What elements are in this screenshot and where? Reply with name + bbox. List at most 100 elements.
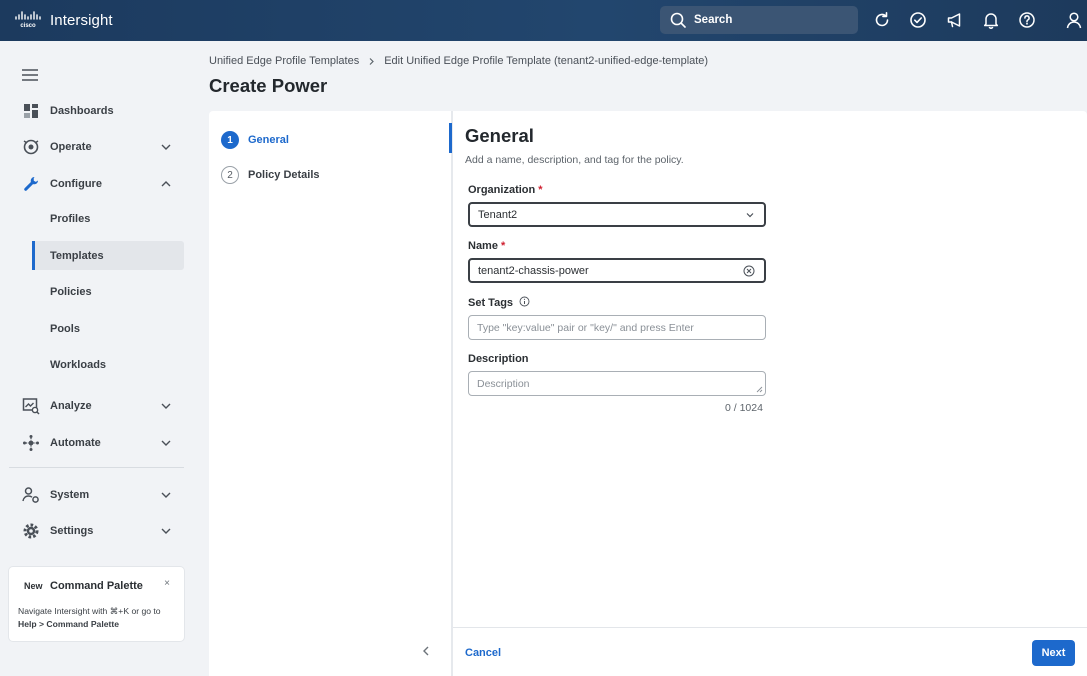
search-label: Search bbox=[694, 14, 733, 26]
sidebar-item-label: Automate bbox=[50, 437, 101, 449]
step-number: 2 bbox=[221, 166, 239, 184]
menu-toggle-button[interactable] bbox=[22, 68, 38, 86]
user-icon bbox=[1066, 12, 1082, 29]
breadcrumb: Unified Edge Profile Templates Edit Unif… bbox=[209, 55, 708, 67]
command-palette-title: Command Palette bbox=[50, 580, 143, 592]
sidebar-item-automate[interactable]: Automate bbox=[22, 432, 178, 454]
sidebar-item-label: Dashboards bbox=[50, 105, 114, 117]
step-label: General bbox=[248, 134, 289, 146]
sidebar-item-dashboards[interactable]: Dashboards bbox=[22, 100, 178, 122]
sidebar-item-label: Settings bbox=[50, 525, 94, 537]
sidebar-subitem-profiles[interactable]: Profiles bbox=[50, 213, 90, 225]
organization-select[interactable]: Tenant2 bbox=[468, 202, 766, 227]
sidebar-item-operate[interactable]: Operate bbox=[22, 136, 178, 158]
check-circle-icon bbox=[910, 12, 926, 28]
chevron-down-icon bbox=[161, 403, 171, 409]
sidebar-item-analyze[interactable]: Analyze bbox=[22, 395, 178, 417]
breadcrumb-edit-template-link[interactable]: Edit Unified Edge Profile Template (tena… bbox=[384, 55, 708, 67]
organization-label-text: Organization bbox=[468, 184, 536, 196]
search-icon bbox=[670, 12, 686, 28]
chevron-down-icon bbox=[161, 144, 171, 150]
new-badge: New bbox=[24, 581, 43, 591]
top-bar: cisco Intersight Search bbox=[0, 0, 1087, 41]
global-search[interactable]: Search bbox=[660, 6, 858, 34]
description-placeholder: Description bbox=[477, 377, 530, 390]
chevron-up-icon bbox=[161, 181, 171, 187]
set-tags-input[interactable]: Type "key:value" pair or "key/" and pres… bbox=[468, 315, 766, 340]
operate-icon bbox=[22, 138, 40, 156]
organization-value: Tenant2 bbox=[478, 208, 518, 221]
description-char-counter: 0 / 1024 bbox=[725, 402, 763, 414]
breadcrumb-templates-link[interactable]: Unified Edge Profile Templates bbox=[209, 55, 359, 67]
chevron-down-icon bbox=[161, 492, 171, 498]
organization-label: Organization * bbox=[468, 184, 543, 196]
sidebar-item-system[interactable]: System bbox=[22, 484, 178, 506]
page-title: Create Power bbox=[209, 75, 328, 96]
requests-button[interactable] bbox=[908, 10, 928, 30]
next-button[interactable]: Next bbox=[1032, 640, 1075, 666]
step-label: Policy Details bbox=[248, 169, 320, 181]
set-tags-label-text: Set Tags bbox=[468, 297, 514, 309]
clear-input-icon[interactable] bbox=[743, 265, 755, 277]
resize-handle-icon[interactable] bbox=[756, 386, 763, 393]
hamburger-icon bbox=[22, 69, 38, 81]
chevron-down-icon bbox=[161, 440, 171, 446]
cisco-logo[interactable]: cisco Intersight bbox=[14, 11, 113, 29]
set-tags-placeholder: Type "key:value" pair or "key/" and pres… bbox=[477, 321, 694, 334]
sidebar-item-label: Configure bbox=[50, 178, 102, 190]
cisco-bridge-logo-icon: cisco bbox=[15, 11, 41, 29]
sidebar-subitem-policies[interactable]: Policies bbox=[50, 286, 92, 298]
notifications-button[interactable] bbox=[981, 10, 1001, 30]
name-value: tenant2-chassis-power bbox=[478, 264, 589, 277]
sidebar-item-label: Analyze bbox=[50, 400, 92, 412]
description-textarea[interactable]: Description bbox=[468, 371, 766, 396]
sidebar-item-configure[interactable]: Configure bbox=[22, 173, 178, 195]
sidebar-divider bbox=[9, 467, 184, 468]
sidebar-item-label: System bbox=[50, 489, 90, 501]
system-icon bbox=[22, 486, 40, 504]
automate-icon bbox=[22, 434, 40, 452]
command-palette-help-path: Help > Command Palette bbox=[18, 619, 120, 629]
name-label-text: Name bbox=[468, 240, 498, 252]
analyze-icon bbox=[22, 397, 40, 415]
help-icon bbox=[1019, 12, 1035, 28]
wrench-icon bbox=[22, 175, 40, 193]
step-number: 1 bbox=[221, 131, 239, 149]
section-subtitle: Add a name, description, and tag for the… bbox=[465, 154, 684, 166]
step-general[interactable]: 1 General bbox=[221, 131, 289, 149]
name-input[interactable]: tenant2-chassis-power bbox=[468, 258, 766, 283]
sidebar-item-label: Operate bbox=[50, 141, 92, 153]
sidebar-item-settings[interactable]: Settings bbox=[22, 520, 178, 542]
sidebar-subitem-templates[interactable]: Templates bbox=[50, 250, 104, 262]
section-title: General bbox=[465, 125, 534, 146]
refresh-button[interactable] bbox=[872, 10, 892, 30]
command-palette-card: New Command Palette × Navigate Intersigh… bbox=[9, 567, 184, 641]
help-button[interactable] bbox=[1017, 10, 1037, 30]
wizard-steps: 1 General 2 Policy Details bbox=[209, 111, 451, 676]
sidebar: Dashboards Operate Configure Profiles Te… bbox=[0, 41, 194, 676]
gear-icon bbox=[22, 522, 40, 540]
command-palette-description: Navigate Intersight with ⌘+K or go to He… bbox=[18, 605, 178, 631]
collapse-steps-icon[interactable] bbox=[420, 645, 432, 657]
description-label-text: Description bbox=[468, 353, 529, 365]
active-step-indicator bbox=[449, 123, 452, 153]
sidebar-subitem-workloads[interactable]: Workloads bbox=[50, 359, 106, 371]
user-menu-button[interactable] bbox=[1064, 10, 1084, 30]
announcements-button[interactable] bbox=[945, 10, 965, 30]
megaphone-icon bbox=[947, 13, 961, 28]
name-label: Name * bbox=[468, 240, 505, 252]
cancel-button[interactable]: Cancel bbox=[465, 647, 501, 659]
chevron-down-icon bbox=[746, 213, 754, 218]
required-marker: * bbox=[538, 184, 543, 196]
chevron-right-icon bbox=[369, 57, 375, 65]
refresh-icon bbox=[875, 12, 889, 27]
bell-icon bbox=[983, 13, 999, 29]
command-palette-desc-text: Navigate Intersight with ⌘+K or go to bbox=[18, 606, 161, 616]
step-policy-details[interactable]: 2 Policy Details bbox=[221, 166, 320, 184]
sidebar-subitem-pools[interactable]: Pools bbox=[50, 323, 80, 335]
form-panel: General Add a name, description, and tag… bbox=[453, 111, 1087, 676]
info-icon[interactable] bbox=[519, 296, 530, 307]
close-icon[interactable]: × bbox=[164, 578, 170, 589]
description-label: Description bbox=[468, 353, 529, 365]
brand-name: Intersight bbox=[50, 11, 113, 29]
